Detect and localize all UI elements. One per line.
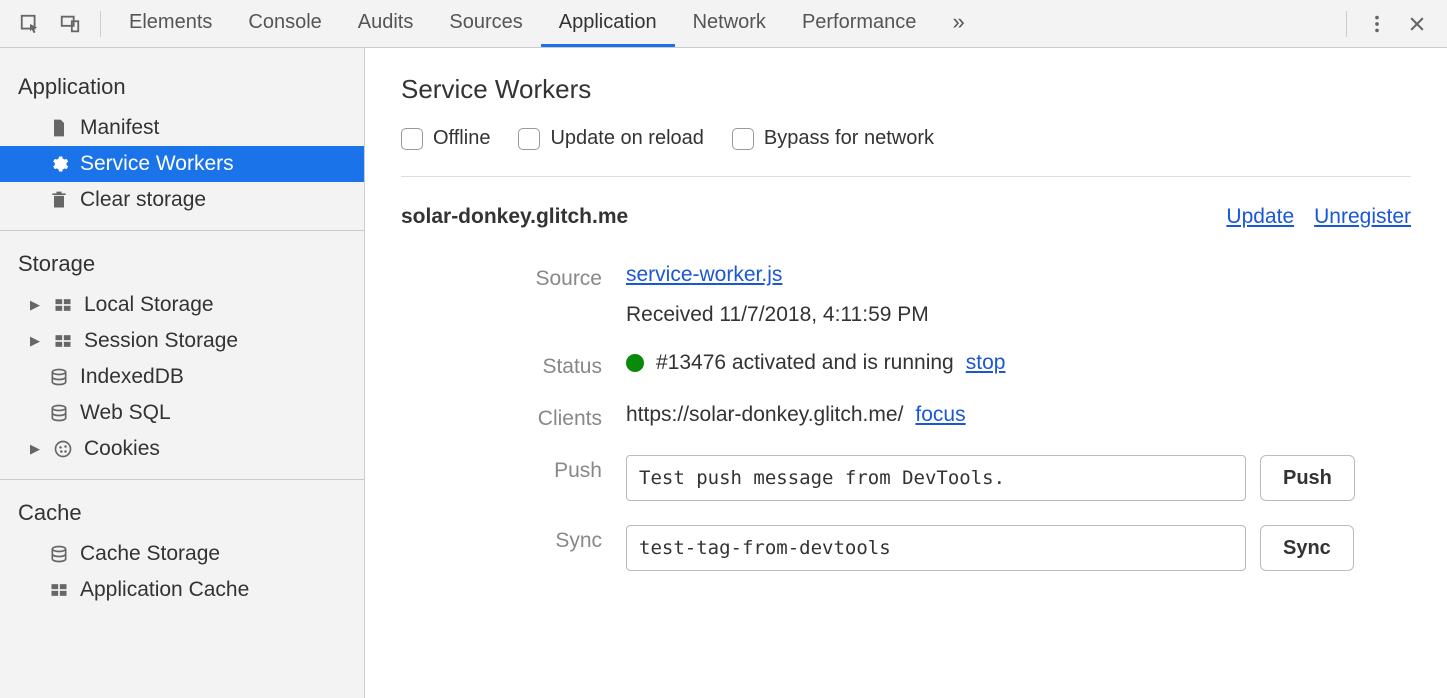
sidebar-item-clear-storage[interactable]: Clear storage	[0, 182, 364, 218]
sidebar-item-service-workers[interactable]: Service Workers	[0, 146, 364, 182]
tab-performance[interactable]: Performance	[784, 0, 935, 47]
sidebar-item-label: Cookies	[84, 437, 160, 461]
inspect-icon[interactable]	[16, 10, 44, 38]
checkbox-icon	[732, 128, 754, 150]
client-url: https://solar-donkey.glitch.me/	[626, 403, 903, 427]
source-file-link[interactable]: service-worker.js	[626, 263, 782, 286]
label-status: Status	[401, 351, 626, 379]
divider	[1346, 11, 1347, 37]
tab-console[interactable]: Console	[230, 0, 339, 47]
label-sync: Sync	[401, 525, 626, 553]
source-received: Received 11/7/2018, 4:11:59 PM	[626, 303, 929, 327]
gear-icon	[48, 153, 70, 175]
sidebar-item-manifest[interactable]: Manifest	[0, 110, 364, 146]
checkbox-offline[interactable]: Offline	[401, 127, 490, 150]
panel-tabs: Elements Console Audits Sources Applicat…	[111, 0, 983, 47]
label-source: Source	[401, 263, 626, 291]
sidebar-item-label: Clear storage	[80, 188, 206, 212]
sidebar-item-label: IndexedDB	[80, 365, 184, 389]
push-button[interactable]: Push	[1260, 455, 1355, 501]
sidebar-item-label: Manifest	[80, 116, 159, 140]
checkbox-label: Update on reload	[550, 127, 703, 150]
tab-elements[interactable]: Elements	[111, 0, 230, 47]
sw-options: Offline Update on reload Bypass for netw…	[401, 127, 1411, 177]
update-link[interactable]: Update	[1226, 205, 1294, 229]
push-input[interactable]	[626, 455, 1246, 501]
devtools-topbar: Elements Console Audits Sources Applicat…	[0, 0, 1447, 48]
label-clients: Clients	[401, 403, 626, 431]
grid-icon	[52, 330, 74, 352]
row-sync: Sync Sync	[401, 513, 1411, 583]
sidebar-item-local-storage[interactable]: ▶ Local Storage	[0, 287, 364, 323]
close-icon[interactable]	[1403, 10, 1431, 38]
divider	[100, 11, 101, 37]
sync-input[interactable]	[626, 525, 1246, 571]
sidebar-item-label: Session Storage	[84, 329, 238, 353]
tab-more[interactable]: »	[934, 0, 982, 47]
sw-origin: solar-donkey.glitch.me	[401, 205, 628, 229]
chevron-right-icon: ▶	[28, 441, 42, 457]
row-clients: Clients https://solar-donkey.glitch.me/ …	[401, 391, 1411, 443]
section-application: Application	[0, 66, 364, 110]
status-dot-icon	[626, 354, 644, 372]
trash-icon	[48, 189, 70, 211]
status-text: #13476 activated and is running	[656, 351, 954, 375]
cookie-icon	[52, 438, 74, 460]
sidebar-item-indexeddb[interactable]: IndexedDB	[0, 359, 364, 395]
unregister-link[interactable]: Unregister	[1314, 205, 1411, 229]
tab-audits[interactable]: Audits	[340, 0, 432, 47]
sidebar-item-label: Local Storage	[84, 293, 214, 317]
grid-icon	[48, 579, 70, 601]
checkbox-icon	[401, 128, 423, 150]
focus-link[interactable]: focus	[915, 403, 965, 427]
sidebar-item-cookies[interactable]: ▶ Cookies	[0, 431, 364, 467]
service-workers-panel: Service Workers Offline Update on reload…	[365, 48, 1447, 698]
application-sidebar: Application Manifest Service Workers Cle…	[0, 48, 365, 698]
device-toggle-icon[interactable]	[56, 10, 84, 38]
checkbox-label: Bypass for network	[764, 127, 934, 150]
sidebar-item-cache-storage[interactable]: Cache Storage	[0, 536, 364, 572]
sidebar-item-label: Web SQL	[80, 401, 171, 425]
label-push: Push	[401, 455, 626, 483]
row-status: Status #13476 activated and is running s…	[401, 339, 1411, 391]
grid-icon	[52, 294, 74, 316]
checkbox-label: Offline	[433, 127, 490, 150]
section-storage: Storage	[0, 243, 364, 287]
tab-network[interactable]: Network	[675, 0, 784, 47]
tab-application[interactable]: Application	[541, 0, 675, 47]
sidebar-item-application-cache[interactable]: Application Cache	[0, 572, 364, 608]
section-cache: Cache	[0, 492, 364, 536]
row-push: Push Push	[401, 443, 1411, 513]
sidebar-item-websql[interactable]: Web SQL	[0, 395, 364, 431]
kebab-menu-icon[interactable]	[1363, 10, 1391, 38]
chevron-right-icon: ▶	[28, 297, 42, 313]
sidebar-item-label: Service Workers	[80, 152, 234, 176]
sidebar-item-label: Cache Storage	[80, 542, 220, 566]
sidebar-item-session-storage[interactable]: ▶ Session Storage	[0, 323, 364, 359]
database-icon	[48, 543, 70, 565]
checkbox-icon	[518, 128, 540, 150]
checkbox-bypass[interactable]: Bypass for network	[732, 127, 934, 150]
stop-link[interactable]: stop	[966, 351, 1006, 375]
sync-button[interactable]: Sync	[1260, 525, 1354, 571]
tab-sources[interactable]: Sources	[431, 0, 540, 47]
row-source: Source service-worker.js Received 11/7/2…	[401, 251, 1411, 339]
file-icon	[48, 117, 70, 139]
database-icon	[48, 366, 70, 388]
sidebar-item-label: Application Cache	[80, 578, 249, 602]
database-icon	[48, 402, 70, 424]
checkbox-update-on-reload[interactable]: Update on reload	[518, 127, 703, 150]
page-title: Service Workers	[401, 74, 1411, 105]
chevron-right-icon: ▶	[28, 333, 42, 349]
sw-header: solar-donkey.glitch.me Update Unregister	[401, 177, 1411, 251]
